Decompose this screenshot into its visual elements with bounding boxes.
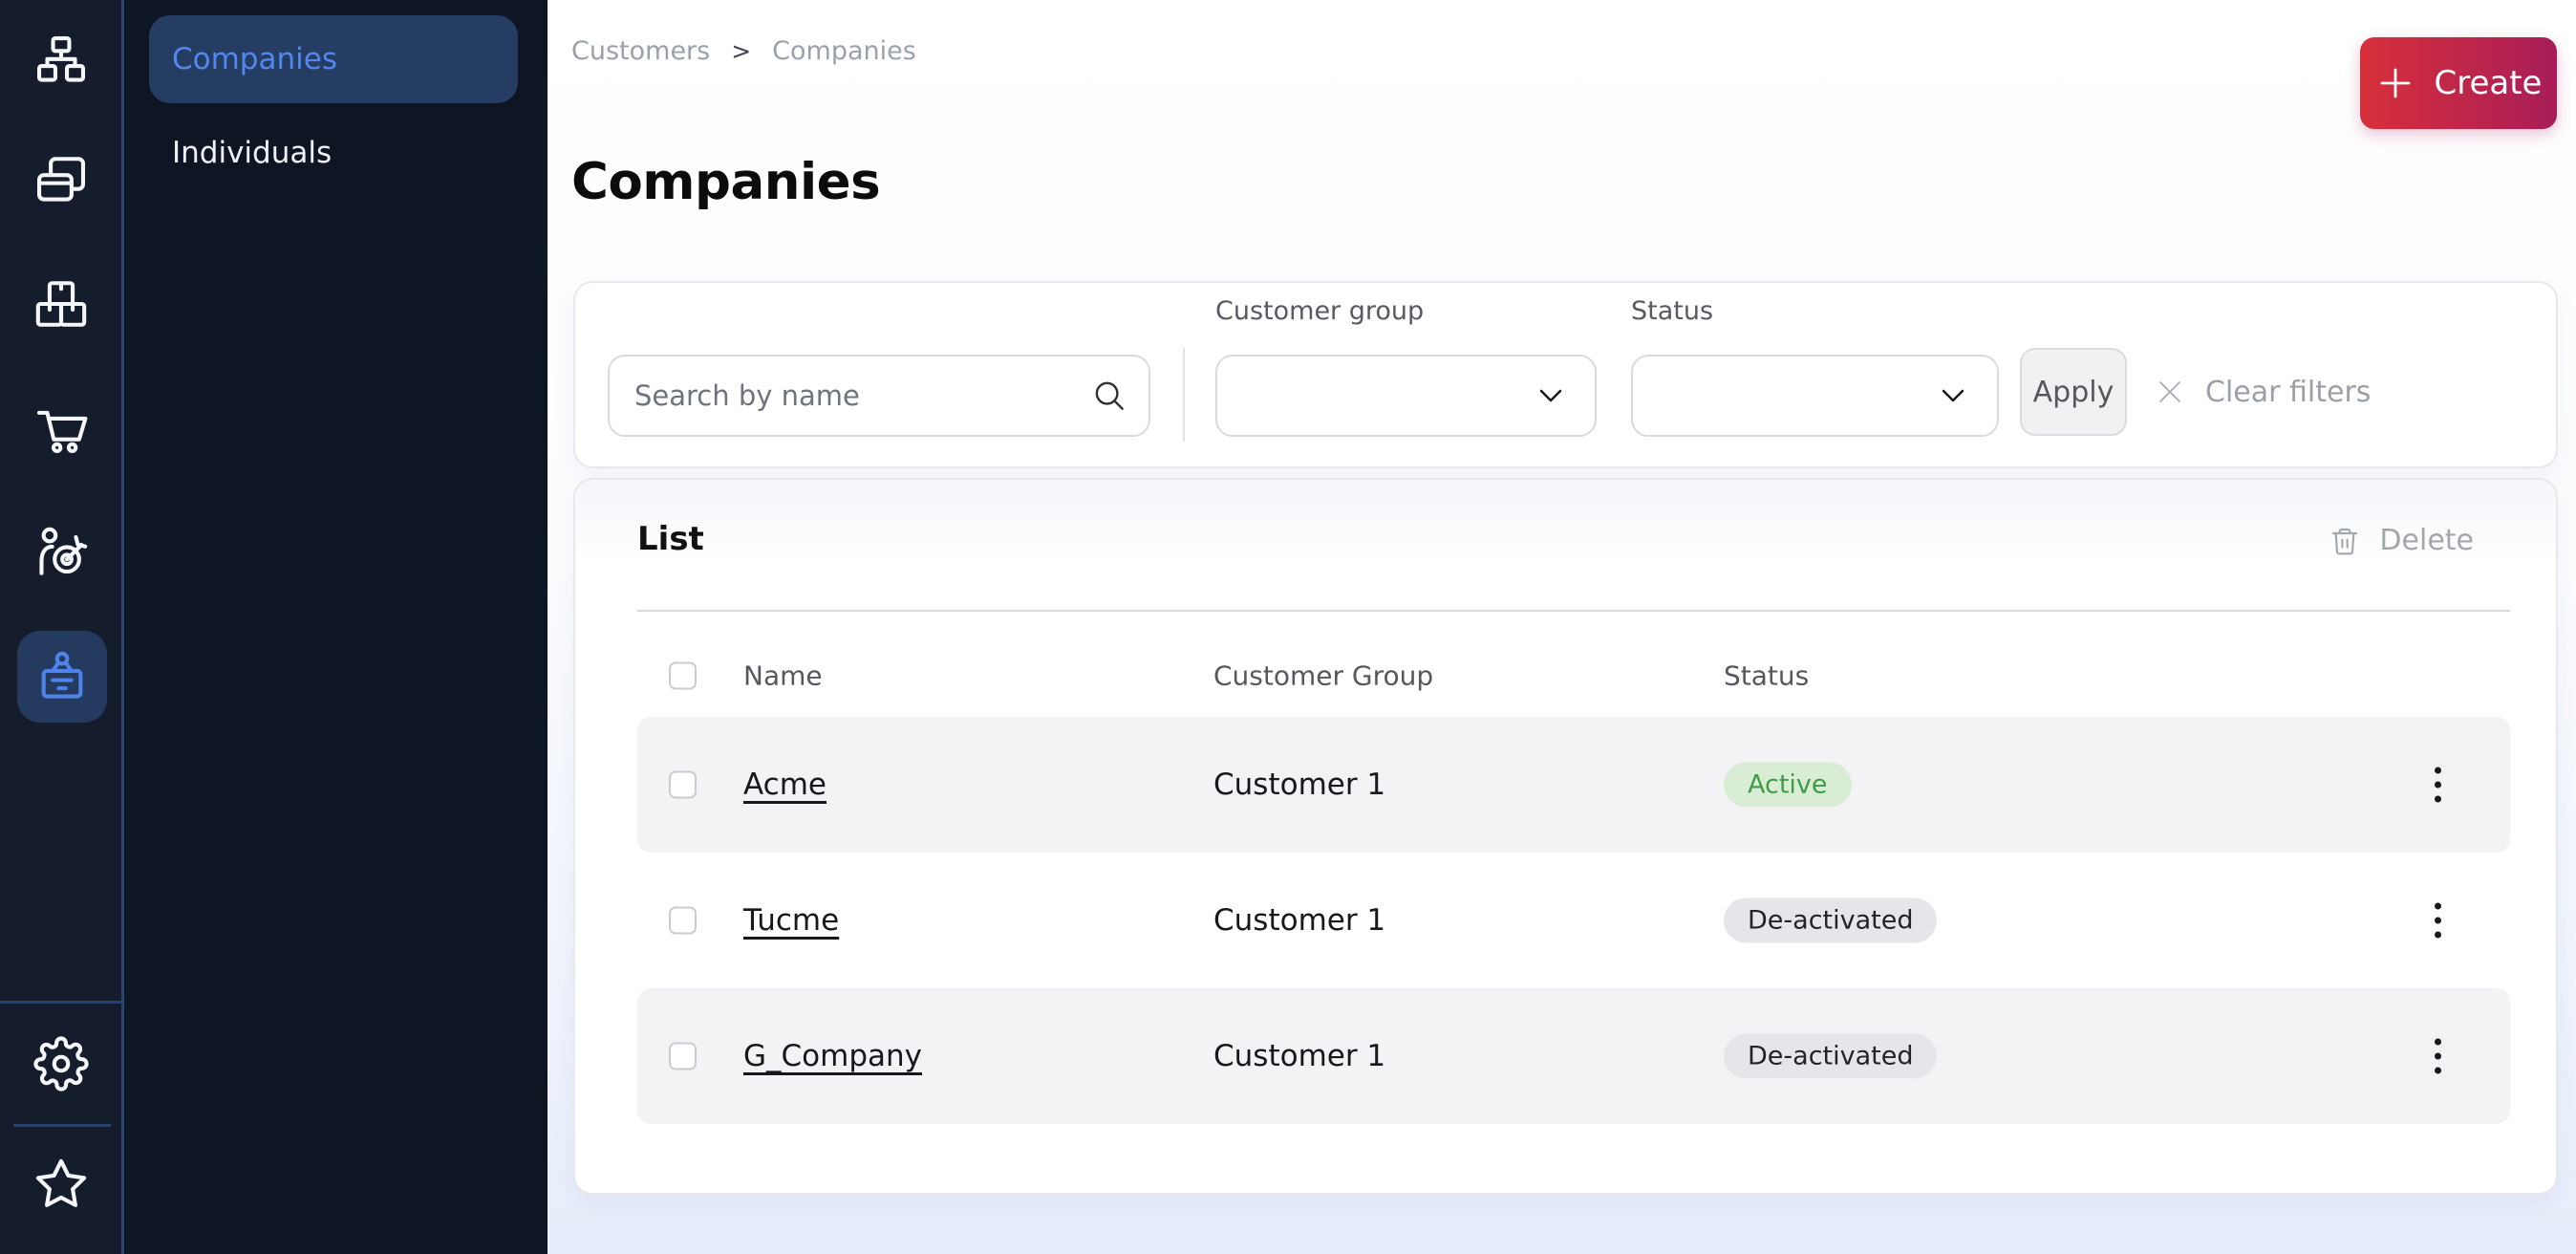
settings-gear-icon [33,1036,89,1092]
breadcrumb: Customers > Companies [571,36,916,66]
customer-group-select[interactable] [1215,355,1597,437]
app-root: Companies Individuals Customers > Compan… [0,0,2576,1254]
row-checkbox[interactable] [669,771,697,799]
table-body: Acme Customer 1 Active Tucme Customer 1 … [637,717,2510,1124]
customer-badge-icon [34,649,90,704]
row-checkbox[interactable] [669,1043,697,1070]
icon-sidebar [0,0,124,1254]
select-all-checkbox[interactable] [669,662,697,690]
table-row: Acme Customer 1 Active [637,717,2510,853]
row-actions-menu-button[interactable] [2425,894,2451,948]
plus-icon [2375,63,2415,103]
payment-cards-icon [33,152,89,207]
list-panel: List Delete Name Customer Group Status [573,478,2558,1195]
sidebar-item-companies[interactable]: Companies [149,15,518,103]
column-header-customer-group: Customer Group [1213,660,1433,692]
sidebar-item-org[interactable] [33,32,89,88]
filter-divider [1183,348,1185,442]
status-select[interactable] [1631,355,1999,437]
sidebar-item-customers[interactable] [17,631,107,723]
apply-button[interactable]: Apply [2020,348,2127,436]
org-chart-icon [33,32,89,88]
customer-group-label: Customer group [1215,296,1424,326]
create-button[interactable]: Create [2360,37,2557,129]
sidebar-item-label: Companies [172,42,337,76]
customer-group-cell: Customer 1 [1213,903,1385,938]
table-row: G_Company Customer 1 De-activated [637,988,2510,1124]
sidebar-item-payments[interactable] [33,152,89,207]
row-actions-menu-button[interactable] [2425,1029,2451,1084]
company-name-link[interactable]: Tucme [743,903,839,938]
product-boxes-icon [33,276,89,332]
sidebar-divider [0,1001,124,1004]
sidebar-item-label: Individuals [172,136,332,170]
filter-panel: Customer group Status Apply Clear filter… [573,281,2558,468]
sidebar-item-orders[interactable] [33,402,89,458]
sidebar-item-settings[interactable] [33,1036,89,1092]
chevron-down-icon [1532,377,1570,415]
audience-target-icon [33,525,89,580]
status-badge: De-activated [1724,1034,1937,1079]
status-label: Status [1631,296,1713,326]
create-button-label: Create [2435,64,2543,102]
search-input[interactable] [610,379,1091,412]
close-icon [2154,376,2186,408]
table-divider [637,610,2510,612]
column-header-status: Status [1724,660,1809,692]
row-checkbox[interactable] [669,907,697,935]
breadcrumb-companies[interactable]: Companies [772,36,916,66]
clear-filters-label: Clear filters [2205,376,2371,409]
list-title: List [637,520,704,558]
customer-group-cell: Customer 1 [1213,1039,1385,1073]
search-box [608,355,1150,437]
secondary-sidebar: Companies Individuals [124,0,547,1254]
row-actions-menu-button[interactable] [2425,758,2451,812]
trash-icon [2329,525,2360,557]
table-header: Name Customer Group Status [637,638,2510,714]
clear-filters-button[interactable]: Clear filters [2154,348,2371,436]
sidebar-item-individuals[interactable]: Individuals [172,124,332,182]
table-row: Tucme Customer 1 De-activated [637,853,2510,988]
breadcrumb-customers[interactable]: Customers [571,36,710,66]
apply-button-label: Apply [2033,376,2114,409]
chevron-down-icon [1934,377,1972,415]
customer-group-cell: Customer 1 [1213,768,1385,802]
breadcrumb-separator: > [731,37,751,65]
column-header-name: Name [743,660,823,692]
sidebar-item-favorites[interactable] [33,1157,89,1212]
company-name-link[interactable]: Acme [743,768,826,802]
sidebar-item-audience[interactable] [33,525,89,580]
shopping-cart-icon [33,402,89,458]
favorites-star-icon [33,1157,89,1212]
main-content: Customers > Companies Create Companies C… [547,0,2576,1254]
sidebar-item-products[interactable] [33,276,89,332]
delete-button[interactable]: Delete [2329,524,2474,557]
company-name-link[interactable]: G_Company [743,1039,922,1073]
page-title: Companies [571,153,880,211]
search-icon [1091,378,1127,414]
delete-button-label: Delete [2379,524,2474,557]
status-badge: De-activated [1724,898,1937,943]
sidebar-divider [13,1124,111,1127]
status-badge: Active [1724,763,1852,808]
